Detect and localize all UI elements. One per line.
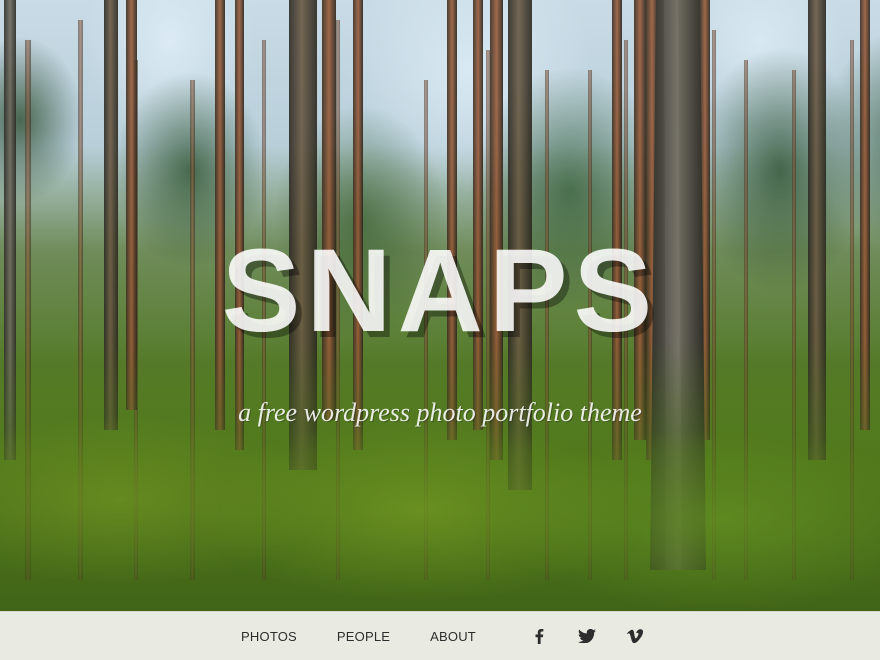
- page: SNAPS a free wordpress photo portfolio t…: [0, 0, 880, 660]
- hero: SNAPS a free wordpress photo portfolio t…: [0, 232, 880, 428]
- bottom-navigation-bar: PHOTOS PEOPLE ABOUT: [0, 611, 880, 660]
- twitter-link[interactable]: [577, 627, 596, 645]
- nav-links: PHOTOS PEOPLE ABOUT: [241, 627, 644, 645]
- social-links: [530, 627, 644, 645]
- nav-link-about[interactable]: ABOUT: [430, 629, 476, 644]
- site-tagline: a free wordpress photo portfolio theme: [238, 398, 642, 427]
- nav-link-photos[interactable]: PHOTOS: [241, 629, 297, 644]
- nav-link-people[interactable]: PEOPLE: [337, 629, 390, 644]
- twitter-icon: [577, 629, 596, 643]
- vimeo-link[interactable]: [626, 627, 644, 645]
- facebook-icon: [533, 628, 545, 644]
- site-title: SNAPS: [221, 225, 659, 357]
- vimeo-icon: [626, 629, 643, 643]
- facebook-link[interactable]: [530, 627, 548, 645]
